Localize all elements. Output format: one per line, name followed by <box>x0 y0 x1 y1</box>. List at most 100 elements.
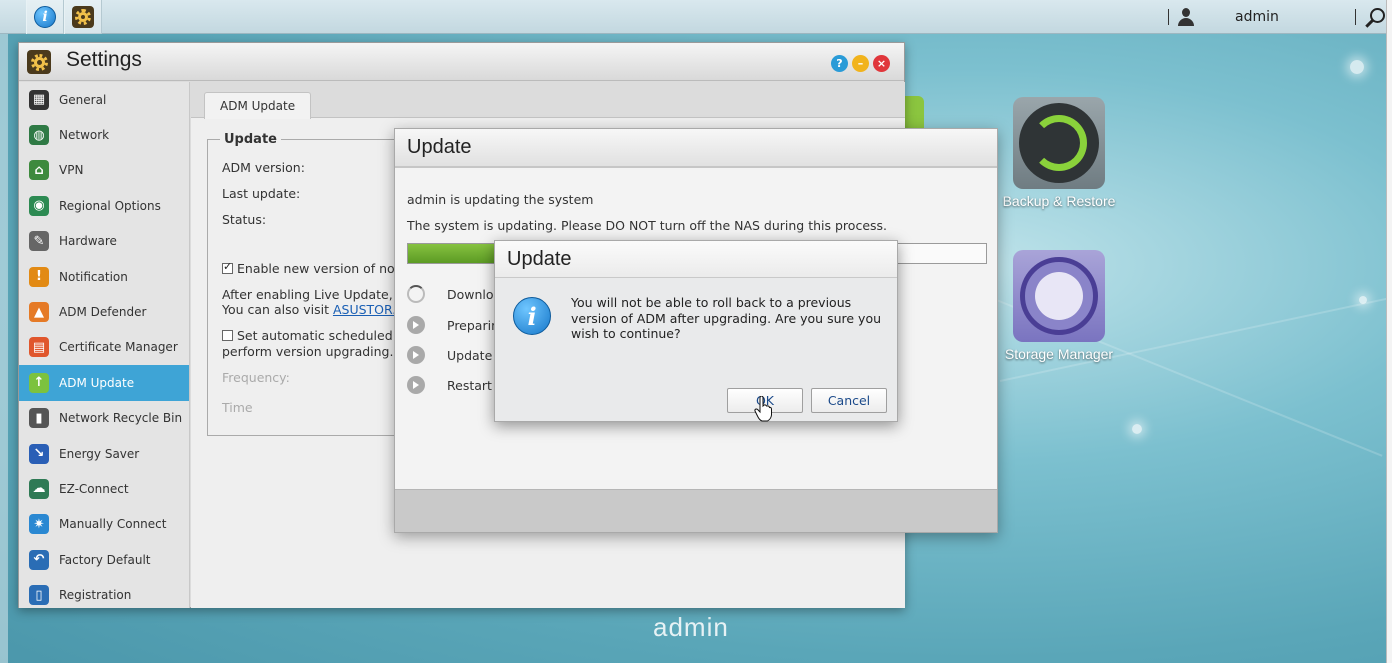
dialog-title[interactable]: Update <box>495 241 897 278</box>
sidebar-item-label: Notification <box>59 269 128 284</box>
notification-icon: ! <box>29 266 49 287</box>
info-icon: i <box>34 6 56 28</box>
tab-strip: ADM Update <box>191 82 905 119</box>
energy-saver-icon: ↘ <box>29 443 49 464</box>
network-globe-icon: ◍ <box>29 125 49 146</box>
desktop-sparkle <box>1132 424 1142 434</box>
sidebar-item-adm-defender[interactable]: ▲ ADM Defender <box>19 294 189 329</box>
sidebar-item-label: Network <box>59 128 110 143</box>
adm-defender-icon: ▲ <box>29 302 49 323</box>
sidebar-item-network[interactable]: ◍ Network <box>19 117 189 152</box>
sidebar-item-label: General <box>59 92 107 107</box>
step-download: Downloa <box>407 285 501 303</box>
pending-step-icon <box>407 376 425 394</box>
cancel-button[interactable]: Cancel <box>811 388 887 413</box>
tab-adm-update[interactable]: ADM Update <box>204 92 312 119</box>
user-icon[interactable] <box>1177 8 1195 26</box>
sidebar-item-label: ADM Update <box>59 375 135 390</box>
desktop-sparkle <box>1359 296 1367 304</box>
updating-user-text: admin is updating the system <box>407 192 594 207</box>
window-title: Settings <box>66 48 142 71</box>
window-controls: ? – × <box>831 55 890 72</box>
sidebar-item-label: Regional Options <box>59 198 161 213</box>
step-label: Preparin <box>447 317 500 333</box>
sidebar-item-adm-update[interactable]: ↑ ADM Update <box>19 365 189 401</box>
enable-live-update-row[interactable]: Enable new version of not <box>222 260 400 276</box>
desktop-icon-backup-restore[interactable]: Backup & Restore <box>994 97 1124 209</box>
manually-connect-icon: ✷ <box>29 514 49 535</box>
time-label: Time <box>222 400 253 415</box>
step-restart: Restart <box>407 376 492 394</box>
sidebar-item-label: Energy Saver <box>59 446 140 461</box>
settings-titlebar[interactable]: Settings ? – × <box>19 43 904 81</box>
settings-sidebar: ▦ General ◍ Network ⌂ VPN ◉ Regional Options ✎ Ha… <box>19 82 190 608</box>
sidebar-item-label: Manually Connect <box>59 517 167 532</box>
update-warning-text: The system is updating. Please DO NOT tu… <box>407 218 888 233</box>
sidebar-item-label: Network Recycle Bin <box>59 411 183 426</box>
sidebar-item-label: EZ-Connect <box>59 481 129 496</box>
info-icon: i <box>513 297 551 335</box>
sidebar-item-label: Hardware <box>59 234 117 249</box>
help-button[interactable]: ? <box>831 55 848 72</box>
asustor-link[interactable]: ASUSTOR. <box>333 302 396 317</box>
settings-gear-icon <box>72 6 94 28</box>
adm-update-arrow-icon: ↑ <box>29 372 49 393</box>
minimize-button[interactable]: – <box>852 55 869 72</box>
desktop-icon-label: Storage Manager <box>1004 346 1114 362</box>
pending-step-icon <box>407 316 425 334</box>
pending-step-icon <box>407 346 425 364</box>
taskbar-app-info[interactable]: i <box>26 0 64 34</box>
sidebar-item-registration[interactable]: ▯ Registration <box>19 577 189 612</box>
sidebar-item-certificate-manager[interactable]: ▤ Certificate Manager <box>19 330 189 365</box>
scheduled-update-checkbox[interactable] <box>222 330 233 341</box>
enable-live-update-checkbox[interactable] <box>222 260 233 274</box>
scheduled-update-row[interactable]: Set automatic scheduled <box>222 328 393 343</box>
sidebar-item-label: Factory Default <box>59 552 151 567</box>
step-preparing: Preparin <box>407 316 499 334</box>
loading-spinner-icon <box>407 285 425 303</box>
sidebar-item-factory-default[interactable]: ↶ Factory Default <box>19 542 189 577</box>
adm-version-label: ADM version: <box>222 160 305 175</box>
sidebar-item-general[interactable]: ▦ General <box>19 82 189 117</box>
regional-globe-icon: ◉ <box>29 195 49 216</box>
step-update: Update <box>407 346 492 364</box>
desktop-icon-storage-manager[interactable]: Storage Manager <box>994 250 1124 362</box>
taskbar-right: admin <box>1160 0 1392 34</box>
fieldset-legend: Update <box>220 132 281 147</box>
registration-icon: ▯ <box>29 585 49 606</box>
taskbar-username[interactable]: admin <box>1235 9 1325 25</box>
sidebar-item-network-recycle-bin[interactable]: ▮ Network Recycle Bin <box>19 401 189 436</box>
scheduled-update-text: perform version upgrading.) <box>222 344 399 359</box>
sidebar-item-ez-connect[interactable]: ☁ EZ-Connect <box>19 471 189 506</box>
step-label: Update <box>447 347 493 363</box>
close-button[interactable]: × <box>873 55 890 72</box>
sidebar-item-label: VPN <box>59 163 84 178</box>
sidebar-item-vpn[interactable]: ⌂ VPN <box>19 153 189 188</box>
taskbar-divider <box>1355 9 1356 25</box>
taskbar-app-settings[interactable] <box>64 0 102 34</box>
backup-restore-icon <box>1013 97 1105 189</box>
sidebar-item-notification[interactable]: ! Notification <box>19 259 189 294</box>
desktop-username: admin <box>653 612 729 642</box>
search-icon[interactable] <box>1364 6 1386 28</box>
sidebar-item-regional-options[interactable]: ◉ Regional Options <box>19 188 189 223</box>
dialog-title[interactable]: Update <box>395 129 997 168</box>
progress-fill <box>408 244 495 263</box>
live-update-visit-text: You can also visit <box>222 302 333 317</box>
frequency-label: Frequency: <box>222 370 290 385</box>
taskbar: i admin <box>0 0 1392 34</box>
confirm-message: You will not be able to roll back to a p… <box>571 295 882 341</box>
last-update-label: Last update: <box>222 186 301 201</box>
live-update-text: After enabling Live Update, t <box>222 287 402 302</box>
sidebar-item-manually-connect[interactable]: ✷ Manually Connect <box>19 507 189 542</box>
screen-edge-left <box>0 34 8 663</box>
certificate-icon: ▤ <box>29 337 49 358</box>
storage-manager-icon <box>1013 250 1105 342</box>
sidebar-item-hardware[interactable]: ✎ Hardware <box>19 224 189 259</box>
hidden-desktop-icon <box>904 96 924 128</box>
sidebar-item-energy-saver[interactable]: ↘ Energy Saver <box>19 436 189 471</box>
settings-gear-icon <box>27 50 51 74</box>
sidebar-item-label: Registration <box>59 588 132 603</box>
sidebar-item-label: Certificate Manager <box>59 340 178 355</box>
desktop-sparkle <box>1350 60 1364 74</box>
